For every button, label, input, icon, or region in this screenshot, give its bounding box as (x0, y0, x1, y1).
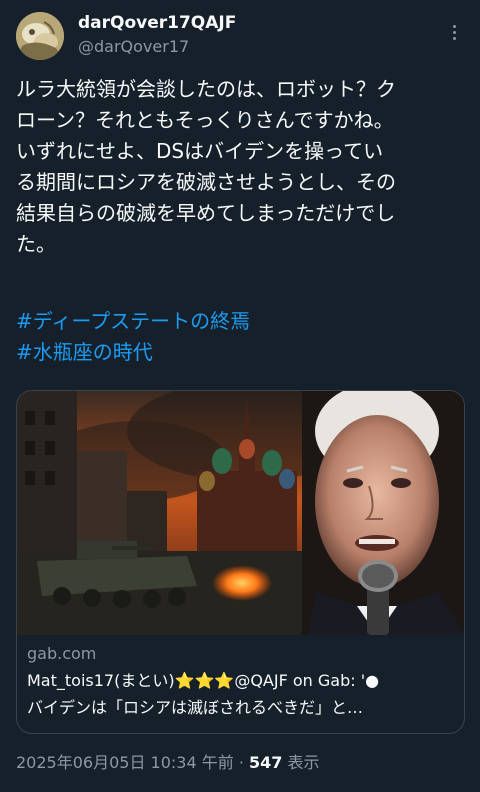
card-title: Mat_tois17(まとい)⭐⭐⭐@QAJF on Gab: '● (27, 671, 380, 690)
more-dot (452, 30, 456, 34)
tweet-timestamp[interactable]: 2025年06月05日 10:34 午前 (16, 753, 234, 772)
more-options-icon[interactable] (444, 20, 464, 44)
more-dot (452, 36, 456, 40)
author-handle[interactable]: @darQover17 (78, 36, 189, 58)
views-label: 表示 (282, 753, 320, 772)
hashtag-link[interactable]: #ディープステートの終焉 (16, 306, 250, 337)
card-domain: gab.com (27, 644, 97, 663)
tweet-text: ルラ大統領が会談したのは、ロボット？ク ローン？それともそっくりさんですかね。 … (16, 77, 396, 256)
tweet-header: darQover17QAJF @darQover17 (16, 12, 464, 62)
more-dot (452, 24, 456, 28)
tweet-meta: 2025年06月05日 10:34 午前 · 547 表示 (16, 751, 320, 775)
hashtag-list: #ディープステートの終焉 #水瓶座の時代 (16, 306, 250, 368)
link-preview-card[interactable]: gab.com Mat_tois17(まとい)⭐⭐⭐@QAJF on Gab: … (16, 390, 465, 734)
hashtag-link[interactable]: #水瓶座の時代 (16, 337, 250, 368)
views-count[interactable]: 547 (249, 753, 282, 772)
avatar-image (16, 12, 64, 60)
card-image[interactable] (17, 391, 464, 635)
author-display-name[interactable]: darQover17QAJF (78, 12, 236, 34)
author-avatar[interactable] (16, 12, 64, 60)
card-description: バイデンは「ロシアは滅ぼされるべきだ」と… (27, 698, 364, 717)
meta-separator: · (233, 753, 249, 772)
